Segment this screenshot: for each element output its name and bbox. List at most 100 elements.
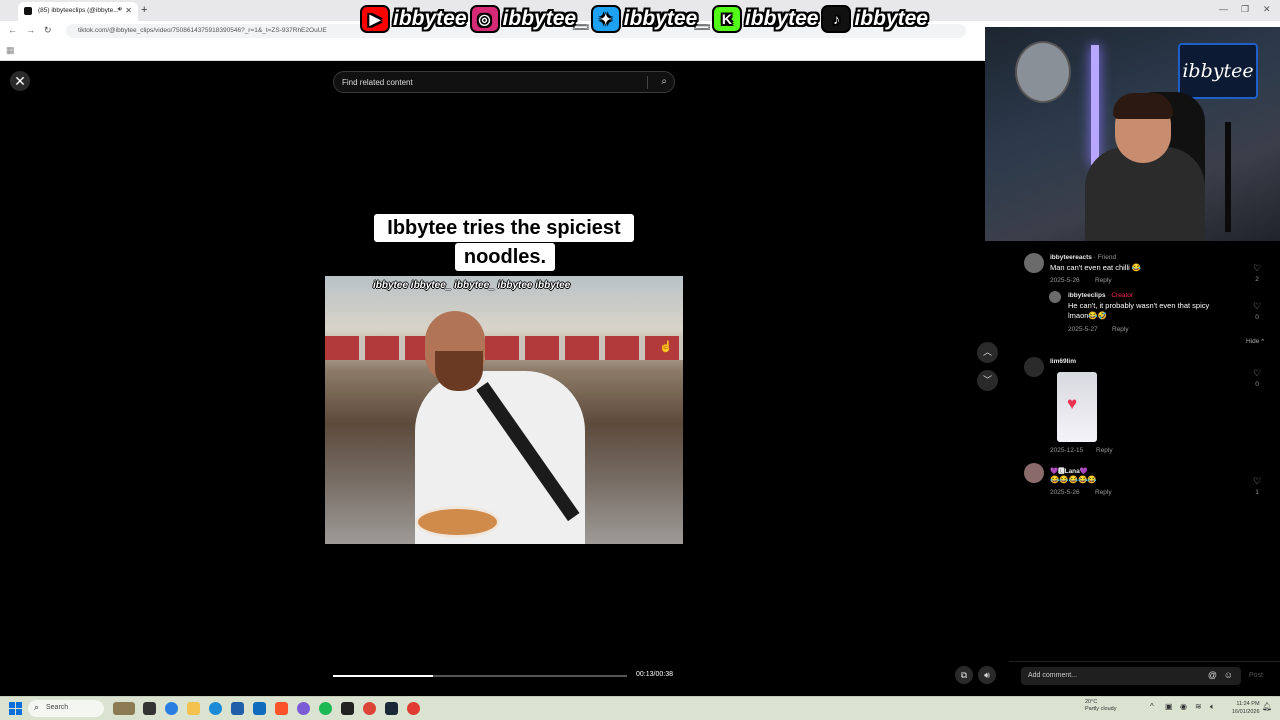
post-button[interactable]: Post bbox=[1249, 672, 1263, 679]
apps-grid-icon[interactable]: ▦ bbox=[6, 45, 15, 56]
copilot-icon[interactable] bbox=[165, 702, 178, 715]
wifi-icon[interactable]: ≋ bbox=[1195, 702, 1202, 711]
streamer-hair bbox=[1113, 93, 1173, 119]
search-divider bbox=[647, 76, 648, 89]
volume-tray-icon[interactable]: 🔈︎ bbox=[1210, 702, 1215, 712]
chrome-icon[interactable] bbox=[363, 702, 376, 715]
comment-date: 2025-5-26 bbox=[1050, 489, 1080, 496]
tray-expand-icon[interactable]: ^ bbox=[1150, 702, 1154, 711]
taskbar-search[interactable]: ⌕ Search bbox=[28, 700, 104, 717]
weather-desc: Partly cloudy bbox=[1085, 706, 1117, 712]
like-heart-icon[interactable]: ♡ bbox=[1251, 476, 1263, 487]
like-heart-icon[interactable]: ♡ bbox=[1251, 301, 1263, 312]
video-watermark: ibbytee ibbytee_ ibbytee_ ibbytee ibbyte… bbox=[373, 280, 571, 291]
forward-icon[interactable]: → bbox=[26, 25, 35, 35]
avatar[interactable] bbox=[1049, 291, 1061, 303]
clock-date: 16/01/2026 bbox=[1232, 709, 1260, 715]
webcam-overlay: ibbytee bbox=[985, 27, 1280, 241]
back-icon[interactable]: ← bbox=[8, 25, 17, 35]
windows-start-icon[interactable] bbox=[9, 702, 22, 715]
volume-icon[interactable]: 🔊︎ bbox=[978, 666, 996, 684]
social-item: ♪ ibbytee bbox=[821, 5, 928, 33]
window-close-icon[interactable]: ✕ bbox=[1263, 4, 1271, 15]
add-comment-bar: Add comment... @ ☺ Post bbox=[1009, 661, 1280, 693]
task-view-icon[interactable] bbox=[143, 702, 156, 715]
comment-date: 2025-12-15 bbox=[1050, 447, 1084, 454]
progress-fill bbox=[333, 675, 433, 677]
reply-username[interactable]: ibbyteeclips · Creator bbox=[1068, 292, 1133, 299]
new-tab-button[interactable]: + bbox=[141, 4, 147, 16]
sticker-image[interactable]: ♥ bbox=[1057, 372, 1097, 442]
comments-panel: ibbyteereacts · Friend Man can't even ea… bbox=[1009, 241, 1280, 661]
edge-icon[interactable] bbox=[209, 702, 222, 715]
twitter-icon: ✦ bbox=[590, 5, 621, 33]
system-clock[interactable]: 11:24 PM 16/01/2026 bbox=[1232, 700, 1260, 716]
video-frame[interactable]: ibbytee ibbytee_ ibbytee_ ibbytee ibbyte… bbox=[325, 276, 683, 544]
social-handle: ibbytee bbox=[744, 7, 819, 30]
close-video-button[interactable]: ✕ bbox=[10, 71, 30, 91]
discord-icon[interactable] bbox=[297, 702, 310, 715]
reply-button[interactable]: Reply bbox=[1112, 326, 1129, 333]
hide-replies-button[interactable]: Hide ^ bbox=[1246, 338, 1264, 345]
previous-video-button[interactable]: ︿ bbox=[977, 342, 998, 363]
widget-icon[interactable] bbox=[113, 702, 135, 715]
youtube-icon: ▶ bbox=[360, 5, 390, 33]
minimize-icon[interactable]: — bbox=[1219, 4, 1228, 14]
brave-icon[interactable] bbox=[275, 702, 288, 715]
comment-username[interactable]: 💜🅻Lana💜 bbox=[1050, 465, 1088, 475]
file-explorer-icon[interactable] bbox=[187, 702, 200, 715]
social-item: ▶ ibbytee bbox=[360, 5, 467, 33]
windows-taskbar: ⌕ Search 20°C Partly cloudy ^ ▣ ◉ ≋ 🔈︎ 1… bbox=[0, 696, 1280, 720]
social-handle: ibbytee_ bbox=[623, 7, 709, 30]
person-beard bbox=[435, 351, 483, 391]
obs-icon[interactable] bbox=[407, 702, 420, 715]
add-comment-placeholder: Add comment... bbox=[1028, 672, 1078, 679]
tab-title: (85) ibbyteeclips (@ibbyte... bbox=[38, 7, 119, 14]
tray-app-icon[interactable]: ◉ bbox=[1180, 702, 1187, 711]
bulldog-poster bbox=[1015, 41, 1071, 103]
kick-icon: K bbox=[711, 5, 742, 33]
tray-app-icon[interactable]: ▣ bbox=[1165, 702, 1173, 711]
steam-icon[interactable] bbox=[385, 702, 398, 715]
reply-button[interactable]: Reply bbox=[1096, 447, 1113, 454]
avatar[interactable] bbox=[1024, 463, 1044, 483]
comment-date: 2025-5-26 bbox=[1050, 277, 1080, 284]
next-video-button[interactable]: ﹀ bbox=[977, 370, 998, 391]
reply-button[interactable]: Reply bbox=[1095, 277, 1112, 284]
search-icon[interactable]: ⌕ bbox=[661, 76, 667, 87]
reload-icon[interactable]: ↻ bbox=[44, 25, 52, 36]
clock-time: 11:24 PM bbox=[1236, 701, 1260, 707]
mention-icon[interactable]: @ bbox=[1208, 670, 1217, 680]
store-icon[interactable] bbox=[231, 702, 244, 715]
comment-username[interactable]: lim69lim bbox=[1050, 358, 1076, 365]
tab-close-icon[interactable]: ✕ bbox=[125, 6, 132, 15]
weather-widget[interactable]: 20°C Partly cloudy bbox=[1085, 699, 1117, 713]
emoji-icon[interactable]: ☺ bbox=[1224, 670, 1233, 680]
video-caption-line2: noodles. bbox=[455, 243, 555, 271]
outlook-icon[interactable] bbox=[253, 702, 266, 715]
progress-bar[interactable] bbox=[333, 675, 627, 677]
video-caption-line1: Ibbytee tries the spiciest bbox=[374, 214, 634, 242]
market-awning bbox=[325, 336, 683, 360]
avatar[interactable] bbox=[1024, 253, 1044, 273]
search-input[interactable]: Find related content ⌕ bbox=[333, 71, 675, 93]
reply-text-line1: He can't, it probably wasn't even that s… bbox=[1068, 301, 1210, 310]
video-player[interactable]: Find related content ⌕ Ibbytee tries the… bbox=[325, 61, 683, 696]
add-comment-input[interactable]: Add comment... @ ☺ bbox=[1021, 667, 1241, 685]
social-banner: ▶ ibbytee ◎ ibbytee_ ✦ ibbytee_ Kibbytee ♪ ibbyt… bbox=[360, 3, 928, 35]
spotify-icon[interactable] bbox=[319, 702, 332, 715]
browser-tab[interactable]: (85) ibbyteeclips (@ibbyte... 🔊︎ ✕ bbox=[18, 2, 138, 21]
social-handle: ibbytee_ bbox=[502, 7, 588, 30]
comment-text: Man can't even eat chilli 😂 bbox=[1050, 263, 1142, 272]
comment-username[interactable]: ibbyteereacts · Friend bbox=[1050, 254, 1116, 261]
maximize-icon[interactable]: ❐ bbox=[1241, 4, 1249, 15]
avatar[interactable] bbox=[1024, 357, 1044, 377]
speaker-icon[interactable]: 🔊︎ bbox=[118, 6, 122, 14]
neon-light bbox=[1091, 45, 1099, 165]
floating-player-icon[interactable]: ⧉ bbox=[955, 666, 973, 684]
reply-button[interactable]: Reply bbox=[1095, 489, 1112, 496]
like-heart-icon[interactable]: ♡ bbox=[1251, 368, 1263, 379]
terminal-icon[interactable] bbox=[341, 702, 354, 715]
like-heart-icon[interactable]: ♡ bbox=[1251, 263, 1263, 274]
notification-icon[interactable]: 🔔︎ bbox=[1262, 702, 1272, 711]
